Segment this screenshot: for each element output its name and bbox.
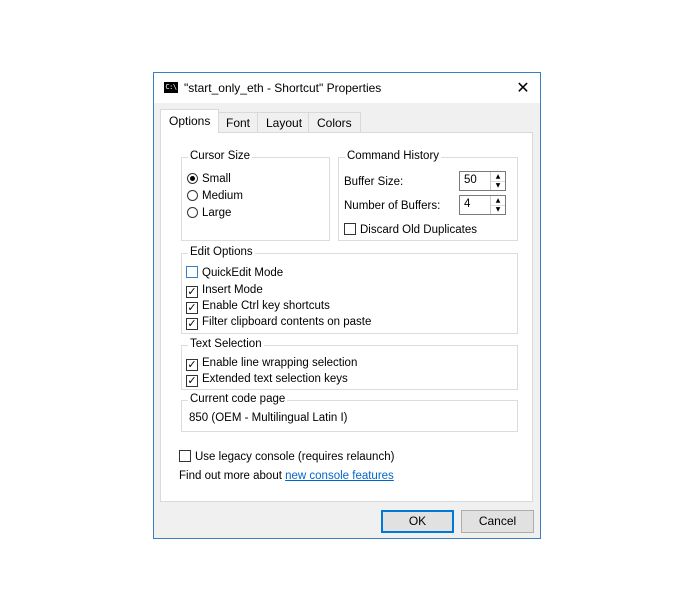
radio-button-selected[interactable] [187, 173, 198, 184]
radio-button[interactable] [187, 190, 198, 201]
buffer-size-spin[interactable]: ▲ ▼ [490, 172, 505, 190]
insert-mode-checkbox[interactable]: ✓ Insert Mode [186, 282, 263, 298]
dialog-body: Options Font Layout Colors Cursor Size S… [154, 103, 540, 538]
buffer-size-label: Buffer Size: [344, 176, 404, 188]
edit-options-group: Edit Options QuickEdit Mode ✓ Insert Mode… [181, 246, 518, 334]
ctrl-shortcuts-label: Enable Ctrl key shortcuts [202, 300, 330, 312]
checkmark-icon[interactable]: ✓ [186, 286, 198, 298]
line-wrapping-checkbox[interactable]: ✓ Enable line wrapping selection [186, 355, 357, 371]
extended-keys-label: Extended text selection keys [202, 373, 348, 385]
ok-button[interactable]: OK [381, 510, 454, 533]
num-buffers-spin[interactable]: ▲ ▼ [490, 196, 505, 214]
checkbox-unchecked[interactable] [344, 223, 356, 235]
filter-clipboard-label: Filter clipboard contents on paste [202, 316, 372, 328]
buffer-size-stepper[interactable]: 50 ▲ ▼ [459, 171, 506, 191]
cursor-large-radio[interactable]: Large [187, 205, 231, 221]
num-buffers-value[interactable]: 4 [464, 198, 470, 210]
tab-font[interactable]: Font [217, 112, 260, 132]
discard-duplicates-label: Discard Old Duplicates [360, 224, 477, 236]
buffer-size-value[interactable]: 50 [464, 174, 477, 186]
tab-layout[interactable]: Layout [257, 112, 312, 132]
cancel-button[interactable]: Cancel [461, 510, 534, 533]
command-history-label: Command History [345, 150, 442, 162]
extended-keys-checkbox[interactable]: ✓ Extended text selection keys [186, 371, 348, 387]
code-page-label: Current code page [188, 393, 288, 405]
checkmark-icon[interactable]: ✓ [186, 302, 198, 314]
checkbox-unchecked[interactable] [186, 266, 198, 278]
checkmark-icon[interactable]: ✓ [186, 375, 198, 387]
tab-colors[interactable]: Colors [308, 112, 361, 132]
command-history-group: Command History Buffer Size: 50 ▲ ▼ Numb… [338, 150, 518, 241]
cursor-size-group: Cursor Size Small Medium Large [181, 150, 330, 241]
code-page-group: Current code page 850 (OEM - Multilingua… [181, 393, 518, 432]
title-bar[interactable]: C:\ "start_only_eth - Shortcut" Properti… [154, 73, 540, 103]
close-button[interactable]: ✕ [512, 77, 534, 99]
filter-clipboard-checkbox[interactable]: ✓ Filter clipboard contents on paste [186, 314, 371, 330]
cursor-medium-label: Medium [202, 190, 243, 202]
options-panel: Cursor Size Small Medium Large Command H… [160, 132, 533, 502]
spin-down-icon[interactable]: ▼ [491, 205, 505, 214]
window-title: "start_only_eth - Shortcut" Properties [184, 81, 382, 95]
console-app-icon: C:\ [164, 82, 178, 93]
line-wrapping-label: Enable line wrapping selection [202, 357, 358, 369]
find-out-more-prefix: Find out more about [179, 470, 286, 482]
spin-down-icon[interactable]: ▼ [491, 181, 505, 190]
cursor-small-radio[interactable]: Small [187, 171, 231, 187]
discard-duplicates-checkbox[interactable]: Discard Old Duplicates [344, 222, 477, 238]
edit-options-label: Edit Options [188, 246, 255, 258]
new-console-features-link[interactable]: new console features [285, 470, 394, 482]
num-buffers-label: Number of Buffers: [344, 200, 441, 212]
find-out-more-text: Find out more about new console features [179, 468, 394, 484]
tab-options[interactable]: Options [160, 109, 220, 133]
radio-button[interactable] [187, 207, 198, 218]
cursor-size-label: Cursor Size [188, 150, 253, 162]
checkmark-icon[interactable]: ✓ [186, 359, 198, 371]
quickedit-checkbox[interactable]: QuickEdit Mode [186, 265, 283, 281]
properties-dialog: C:\ "start_only_eth - Shortcut" Properti… [153, 72, 541, 539]
text-selection-label: Text Selection [188, 338, 264, 350]
legacy-console-checkbox[interactable]: Use legacy console (requires relaunch) [179, 449, 394, 465]
quickedit-label: QuickEdit Mode [202, 267, 284, 279]
num-buffers-stepper[interactable]: 4 ▲ ▼ [459, 195, 506, 215]
checkbox-unchecked[interactable] [179, 450, 191, 462]
text-selection-group: Text Selection ✓ Enable line wrapping sel… [181, 338, 518, 390]
cursor-medium-radio[interactable]: Medium [187, 188, 243, 204]
legacy-console-label: Use legacy console (requires relaunch) [195, 451, 395, 463]
insert-mode-label: Insert Mode [202, 284, 263, 296]
cursor-large-label: Large [202, 207, 232, 219]
code-page-value: 850 (OEM - Multilingual Latin I) [189, 412, 348, 424]
cursor-small-label: Small [202, 173, 231, 185]
checkmark-icon[interactable]: ✓ [186, 318, 198, 330]
ctrl-shortcuts-checkbox[interactable]: ✓ Enable Ctrl key shortcuts [186, 298, 330, 314]
